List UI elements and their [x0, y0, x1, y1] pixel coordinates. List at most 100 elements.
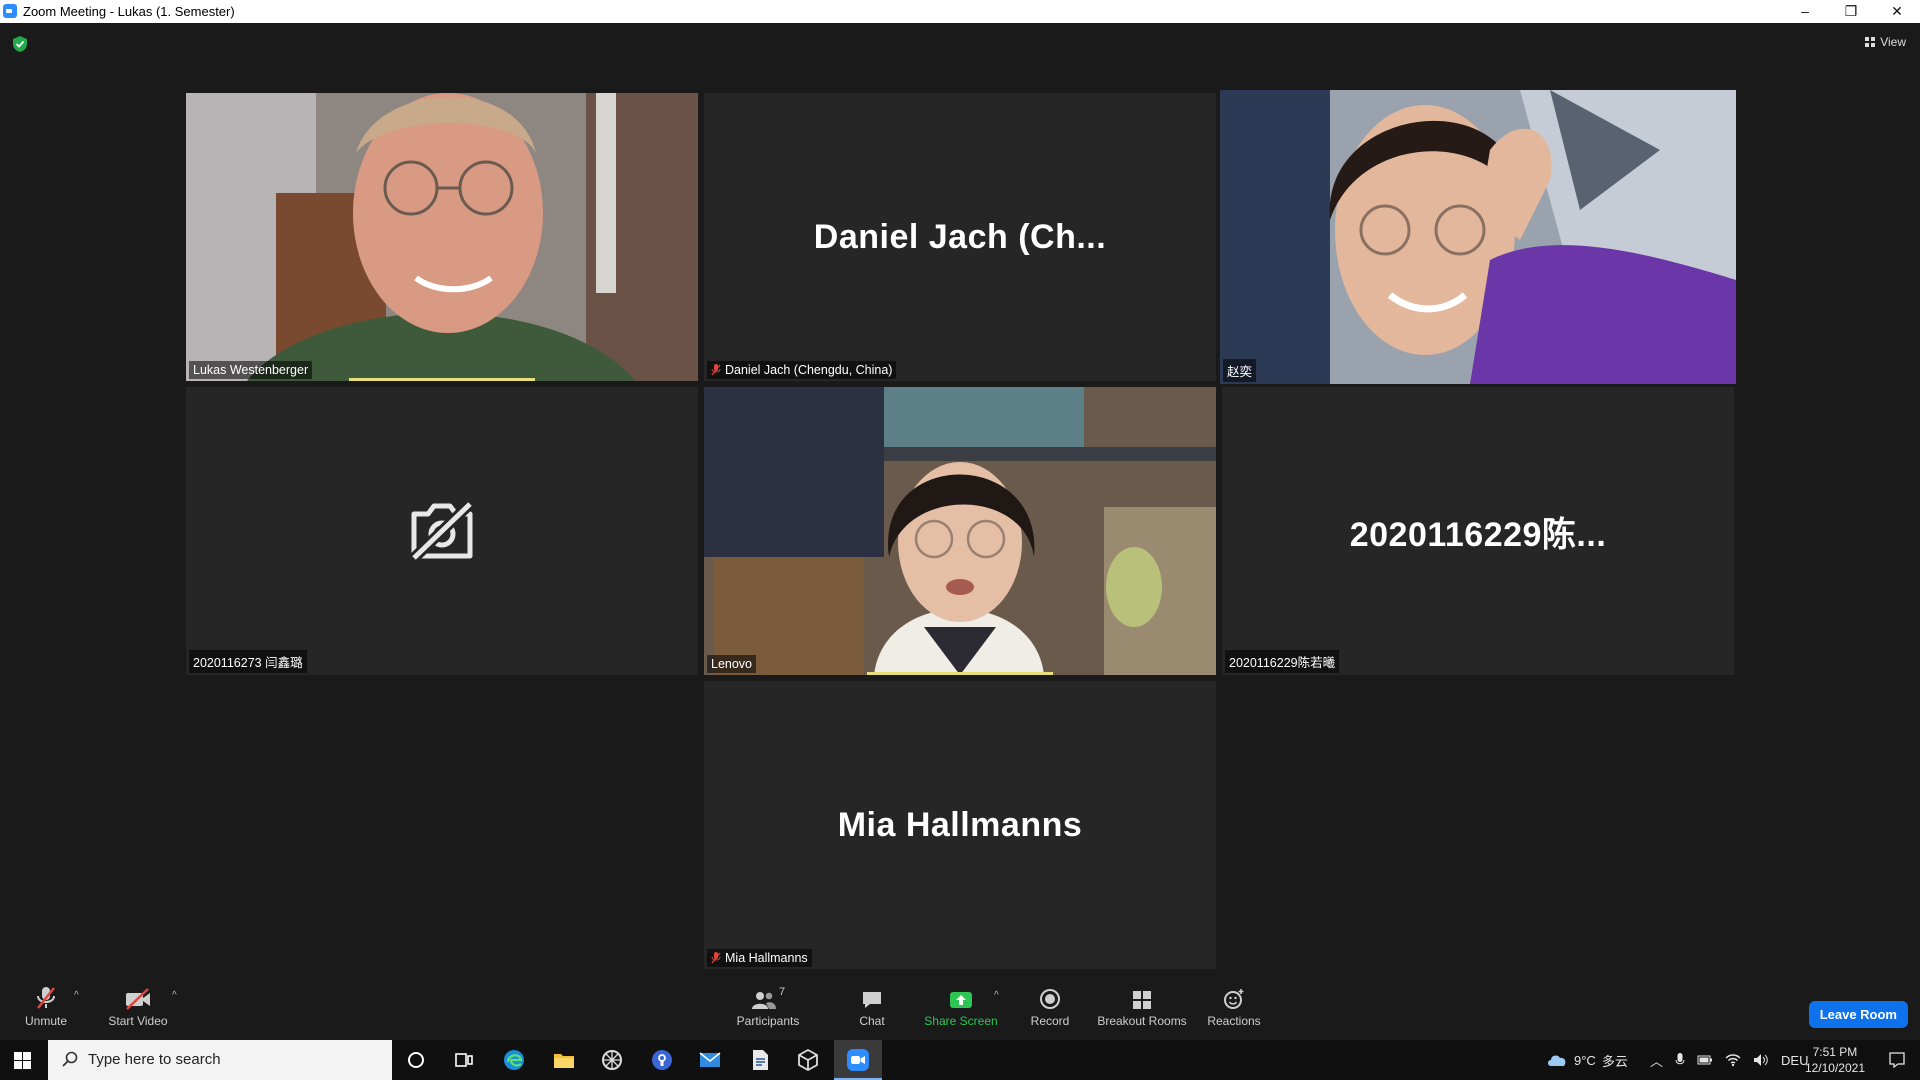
- cloud-icon: [1548, 1055, 1566, 1066]
- minimize-button[interactable]: –: [1782, 0, 1828, 23]
- participant-name-label: 赵奕: [1223, 359, 1257, 382]
- mic-muted-icon: [711, 364, 721, 376]
- chat-label: Chat: [859, 1014, 885, 1028]
- participant-name-label: 2020116273 闫鑫璐: [189, 650, 307, 673]
- zoom-app-icon: [847, 1049, 869, 1071]
- audio-level-bar: [349, 378, 535, 381]
- microphone-icon[interactable]: [1675, 1052, 1685, 1068]
- search-placeholder: Type here to search: [88, 1051, 221, 1068]
- mic-muted-icon: [37, 987, 55, 1009]
- grid-view-icon: [1865, 37, 1876, 47]
- wifi-icon[interactable]: [1725, 1053, 1741, 1067]
- participant-name-label: Lukas Westenberger: [189, 361, 313, 379]
- participant-name: Lukas Westenberger: [193, 363, 309, 377]
- weather-widget[interactable]: 9°C 多云: [1546, 1040, 1628, 1080]
- video-tile-lukas[interactable]: Lukas Westenberger: [186, 93, 698, 381]
- edge-browser-icon[interactable]: [502, 1048, 526, 1072]
- participant-name: Daniel Jach (Chengdu, China): [725, 363, 893, 377]
- app-pinned-icon[interactable]: [600, 1048, 624, 1072]
- document-icon[interactable]: [748, 1048, 772, 1072]
- zoom-app-icon: [3, 4, 17, 18]
- start-video-label: Start Video: [108, 1014, 168, 1028]
- share-options-caret[interactable]: ^: [994, 990, 999, 1001]
- mail-icon[interactable]: [698, 1048, 722, 1072]
- participants-button[interactable]: 7 Participants: [732, 986, 804, 1028]
- breakout-rooms-label: Breakout Rooms: [1097, 1014, 1187, 1028]
- view-label: View: [1880, 35, 1906, 49]
- reactions-button[interactable]: Reactions: [1206, 986, 1262, 1028]
- chevron-up-icon[interactable]: ︿: [1650, 1051, 1663, 1070]
- start-video-button[interactable]: Start Video: [106, 986, 170, 1028]
- unmute-label: Unmute: [24, 1014, 68, 1028]
- chat-icon: [863, 992, 881, 1008]
- participants-label: Participants: [736, 1014, 800, 1028]
- participant-name-label: Mia Hallmanns: [707, 949, 812, 967]
- file-explorer-icon[interactable]: [552, 1048, 576, 1072]
- participants-icon: [751, 992, 776, 1009]
- camera-off-icon: [408, 500, 476, 562]
- participant-name: Mia Hallmanns: [725, 951, 808, 965]
- windows-start-icon[interactable]: [14, 1052, 31, 1069]
- audio-options-caret[interactable]: ^: [74, 990, 79, 1001]
- participant-name: 2020116273 闫鑫璐: [193, 656, 303, 670]
- participant-display-name: 2020116229陈...: [1349, 515, 1607, 554]
- video-tile-daniel[interactable]: Daniel Jach (Ch... Daniel Jach (Chengdu,…: [704, 93, 1216, 381]
- meeting-toolbar: Unmute ^ Start Video ^ 7 Participants Ch…: [0, 980, 1920, 1040]
- task-view-icon[interactable]: [452, 1048, 476, 1072]
- window-title: Zoom Meeting - Lukas (1. Semester): [23, 4, 235, 19]
- video-options-caret[interactable]: ^: [172, 990, 177, 1001]
- close-button[interactable]: ✕: [1874, 0, 1920, 23]
- record-label: Record: [1030, 1014, 1070, 1028]
- participant-video: [1220, 90, 1736, 384]
- breakout-rooms-icon: [1133, 991, 1151, 1009]
- 3d-viewer-icon[interactable]: [796, 1048, 820, 1072]
- taskbar-search-input[interactable]: Type here to search: [48, 1040, 392, 1080]
- battery-icon[interactable]: [1697, 1054, 1713, 1066]
- video-tile-mia[interactable]: Mia Hallmanns Mia Hallmanns: [704, 681, 1216, 969]
- participant-name-label: Lenovo: [707, 655, 757, 673]
- leave-room-button[interactable]: Leave Room: [1808, 1001, 1908, 1028]
- weather-desc: 多云: [1601, 1053, 1628, 1069]
- share-screen-button[interactable]: Share Screen: [922, 986, 1000, 1028]
- participant-name-label: Daniel Jach (Chengdu, China): [707, 361, 897, 379]
- participant-count: 7: [778, 986, 786, 998]
- participant-name: 赵奕: [1227, 365, 1253, 379]
- video-tile-zhao-yi[interactable]: 赵奕: [1220, 90, 1736, 384]
- record-button[interactable]: Record: [1026, 986, 1074, 1028]
- restore-button[interactable]: ❐: [1828, 0, 1874, 23]
- reactions-label: Reactions: [1207, 1014, 1261, 1028]
- encryption-shield-icon[interactable]: [12, 35, 28, 53]
- weather-temp: 9°C: [1574, 1052, 1596, 1068]
- clock-date: 12/10/2021: [1804, 1061, 1865, 1075]
- breakout-rooms-button[interactable]: Breakout Rooms: [1096, 986, 1188, 1028]
- search-icon: [62, 1051, 78, 1067]
- password-manager-icon[interactable]: [650, 1048, 674, 1072]
- participant-display-name: Mia Hallmanns: [837, 805, 1083, 844]
- participant-name-label: 2020116229陈若曦: [1225, 650, 1340, 673]
- share-screen-icon: [950, 992, 972, 1008]
- windows-taskbar: Type here to search 9°C 多云 ︿ DEU 7:51 PM…: [0, 1040, 1920, 1080]
- video-off-icon: [126, 988, 150, 1010]
- chat-button[interactable]: Chat: [846, 986, 898, 1028]
- record-icon: [1040, 989, 1060, 1009]
- unmute-button[interactable]: Unmute: [22, 986, 70, 1028]
- video-tile-lenovo[interactable]: Lenovo: [704, 387, 1216, 675]
- participant-video: [704, 387, 1216, 675]
- system-tray: ︿ DEU: [1650, 1040, 1808, 1080]
- participant-name: 2020116229陈若曦: [1229, 656, 1336, 670]
- participant-name: Lenovo: [711, 657, 753, 671]
- video-tile-2020116229[interactable]: 2020116229陈... 2020116229陈若曦: [1222, 387, 1734, 675]
- audio-level-bar: [867, 672, 1053, 675]
- volume-icon[interactable]: [1753, 1053, 1769, 1067]
- taskbar-clock[interactable]: 7:51 PM 12/10/2021: [1805, 1044, 1865, 1076]
- cortana-icon[interactable]: [404, 1048, 428, 1072]
- reactions-icon: [1224, 989, 1244, 1009]
- zoom-taskbar-button[interactable]: [834, 1040, 882, 1080]
- notifications-icon[interactable]: [1888, 1051, 1906, 1069]
- share-screen-label: Share Screen: [924, 1014, 998, 1028]
- video-tile-2020116273[interactable]: 2020116273 闫鑫璐: [186, 387, 698, 675]
- mic-muted-icon: [711, 952, 721, 964]
- participant-video: [186, 93, 698, 381]
- clock-time: 7:51 PM: [1812, 1045, 1858, 1059]
- view-button[interactable]: View: [1865, 35, 1906, 49]
